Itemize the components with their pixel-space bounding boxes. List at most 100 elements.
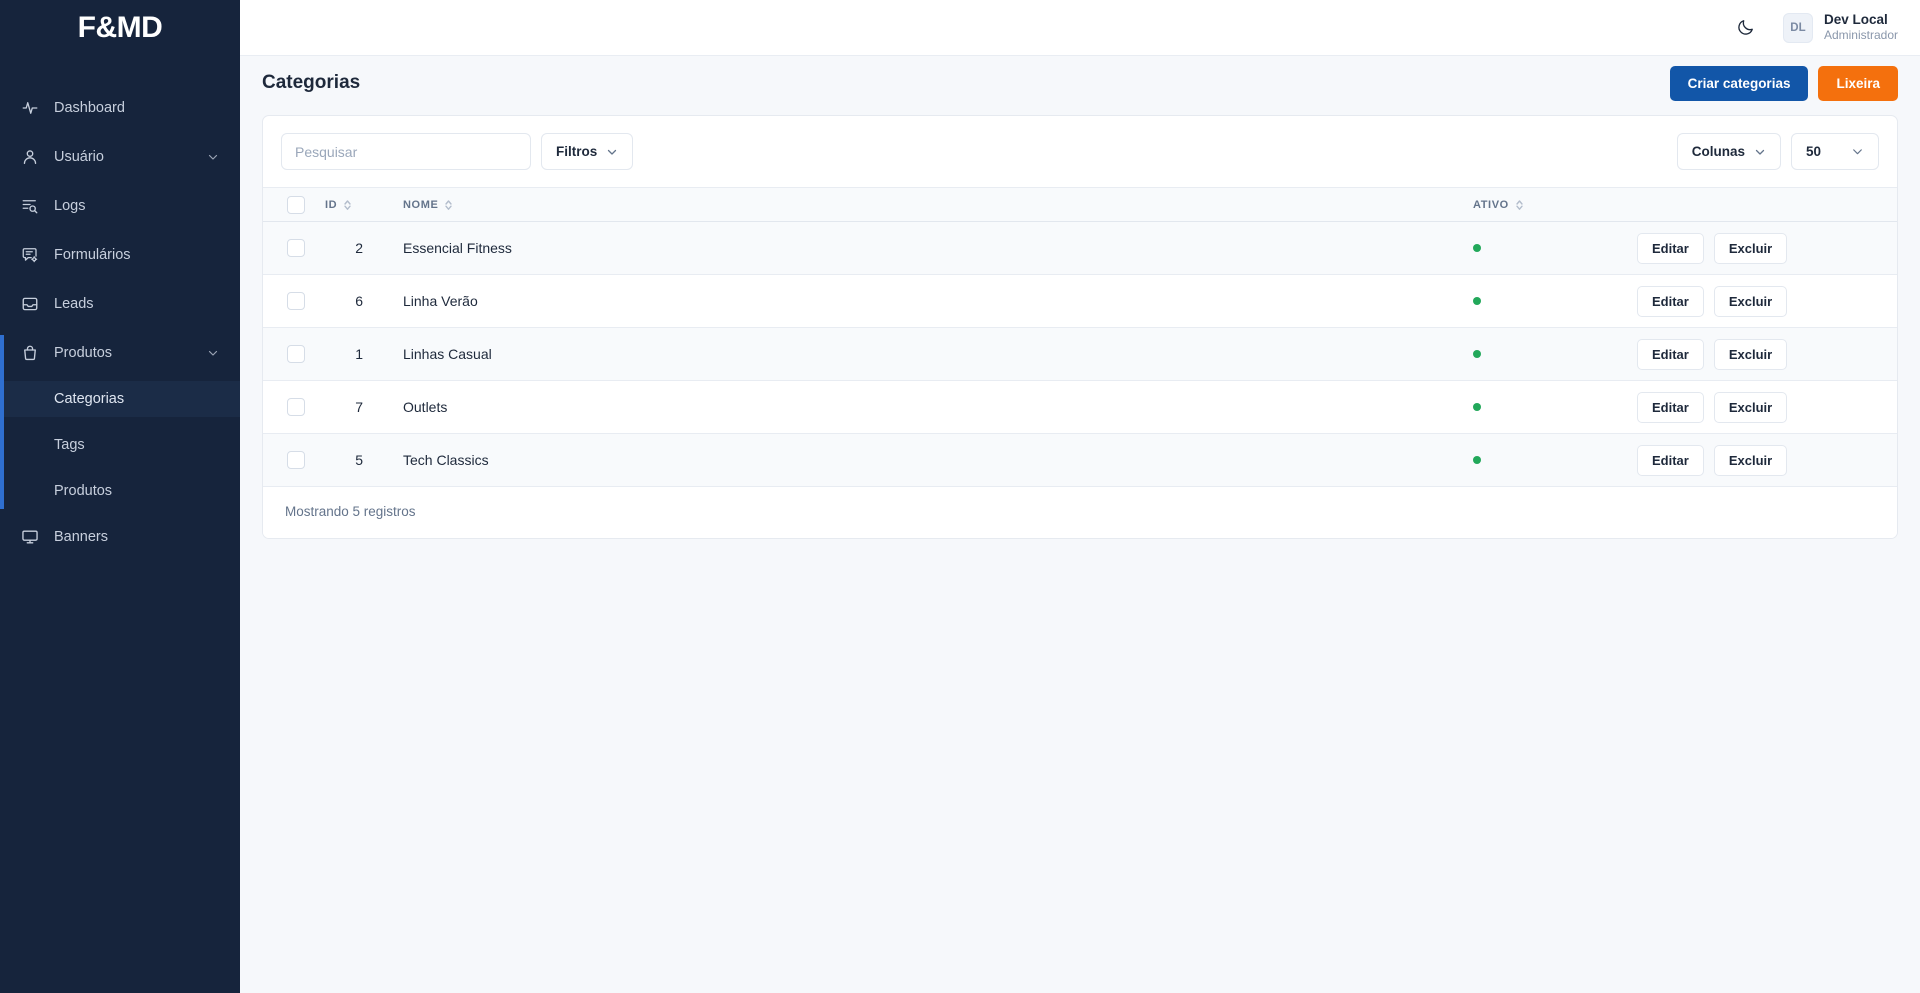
filters-button[interactable]: Filtros — [541, 133, 634, 170]
inbox-icon — [20, 294, 40, 314]
sidebar-item-dashboard[interactable]: Dashboard — [0, 90, 240, 126]
table-row[interactable]: 6 Linha Verão Editar Excluir — [263, 274, 1897, 328]
column-header-id[interactable]: ID — [325, 187, 381, 222]
delete-button[interactable]: Excluir — [1713, 232, 1788, 264]
sort-icon[interactable] — [343, 199, 352, 211]
row-select-cell — [263, 380, 325, 434]
main-content: DL Dev Local Administrador Categorias Cr… — [240, 0, 1920, 993]
row-actions-cell: Editar Excluir — [1637, 327, 1897, 381]
sidebar-item-usuario[interactable]: Usuário — [0, 139, 240, 175]
table-row[interactable]: 1 Linhas Casual Editar Excluir — [263, 327, 1897, 381]
brand-logo[interactable]: F&MD — [0, 0, 240, 56]
sidebar-group-produtos: Produtos Categorias Tags Produtos — [0, 335, 240, 509]
row-ativo — [1447, 327, 1637, 381]
chevron-down-icon — [1754, 146, 1766, 158]
status-badge-active — [1473, 456, 1481, 464]
row-checkbox[interactable] — [287, 451, 305, 470]
row-nome: Linha Verão — [381, 274, 1447, 328]
toolbar-right: Colunas 50 — [1676, 133, 1879, 170]
trash-button[interactable]: Lixeira — [1818, 65, 1898, 101]
activity-icon — [20, 98, 40, 118]
row-checkbox[interactable] — [287, 398, 305, 417]
row-checkbox[interactable] — [287, 239, 305, 258]
table-row[interactable]: 2 Essencial Fitness Editar Excluir — [263, 221, 1897, 275]
row-ativo — [1447, 221, 1637, 275]
edit-button[interactable]: Editar — [1637, 444, 1704, 476]
sidebar-item-label: Banners — [54, 529, 109, 545]
user-menu[interactable]: DL Dev Local Administrador — [1782, 12, 1898, 44]
row-ativo — [1447, 274, 1637, 328]
row-id: 2 — [325, 221, 381, 275]
table-header-row: ID NOME ATIVO — [263, 187, 1897, 222]
status-badge-active — [1473, 403, 1481, 411]
row-select-cell — [263, 327, 325, 381]
toolbar-left: Filtros — [281, 133, 634, 170]
edit-button[interactable]: Editar — [1637, 338, 1704, 370]
sidebar-item-produtos-sub[interactable]: Produtos — [0, 473, 240, 509]
row-nome: Tech Classics — [381, 433, 1447, 487]
sidebar-item-banners[interactable]: Banners — [0, 519, 240, 555]
sidebar-item-label: Logs — [54, 198, 86, 214]
sidebar-item-label: Formulários — [54, 247, 131, 263]
row-checkbox[interactable] — [287, 292, 305, 311]
page-size-select[interactable]: 50 — [1791, 133, 1879, 170]
row-nome: Linhas Casual — [381, 327, 1447, 381]
delete-button[interactable]: Excluir — [1713, 391, 1788, 423]
app-root: F&MD Dashboard Usuário Logs Formulários … — [0, 0, 1920, 993]
status-badge-active — [1473, 297, 1481, 305]
shopping-bag-icon — [20, 343, 40, 363]
row-actions-cell: Editar Excluir — [1637, 380, 1897, 434]
sidebar-item-label: Usuário — [54, 149, 104, 165]
row-ativo — [1447, 433, 1637, 487]
sidebar-item-produtos[interactable]: Produtos — [0, 335, 240, 371]
row-actions-cell: Editar Excluir — [1637, 274, 1897, 328]
row-id: 5 — [325, 433, 381, 487]
create-category-button[interactable]: Criar categorias — [1669, 65, 1809, 101]
edit-button[interactable]: Editar — [1637, 285, 1704, 317]
table-footer: Mostrando 5 registros — [263, 487, 1897, 538]
column-header-nome[interactable]: NOME — [381, 187, 1447, 222]
delete-button[interactable]: Excluir — [1713, 444, 1788, 476]
sidebar-nav: Dashboard Usuário Logs Formulários Leads… — [0, 90, 240, 555]
sidebar-item-leads[interactable]: Leads — [0, 286, 240, 322]
sort-icon[interactable] — [444, 199, 453, 211]
delete-button[interactable]: Excluir — [1713, 285, 1788, 317]
table-row[interactable]: 7 Outlets Editar Excluir — [263, 380, 1897, 434]
table-row[interactable]: 5 Tech Classics Editar Excluir — [263, 433, 1897, 487]
columns-button[interactable]: Colunas — [1676, 133, 1781, 170]
row-actions-cell: Editar Excluir — [1637, 433, 1897, 487]
row-nome: Essencial Fitness — [381, 221, 1447, 275]
moon-icon[interactable] — [1731, 13, 1761, 43]
sidebar-item-formularios[interactable]: Formulários — [0, 237, 240, 273]
filters-label: Filtros — [556, 144, 598, 159]
column-label: ID — [325, 198, 338, 211]
columns-label: Colunas — [1691, 144, 1745, 159]
row-id: 1 — [325, 327, 381, 381]
sidebar-item-label: Produtos — [54, 345, 113, 361]
sidebar-item-tags[interactable]: Tags — [0, 427, 240, 463]
sidebar-subitem-label: Produtos — [54, 483, 113, 499]
categories-card: Filtros Colunas 50 — [262, 115, 1898, 539]
chevron-down-icon[interactable] — [206, 150, 220, 164]
edit-button[interactable]: Editar — [1637, 391, 1704, 423]
column-header-ativo[interactable]: ATIVO — [1447, 187, 1637, 222]
column-header-acoes — [1637, 187, 1897, 222]
message-cog-icon — [20, 245, 40, 265]
select-all-checkbox[interactable] — [287, 195, 305, 214]
sort-icon[interactable] — [1515, 199, 1524, 211]
sidebar-item-categorias[interactable]: Categorias — [0, 381, 240, 417]
page-header: Categorias Criar categorias Lixeira — [240, 56, 1920, 110]
table-toolbar: Filtros Colunas 50 — [263, 116, 1897, 187]
page-size-value: 50 — [1806, 144, 1822, 159]
row-nome: Outlets — [381, 380, 1447, 434]
sidebar-item-logs[interactable]: Logs — [0, 188, 240, 224]
table-head: ID NOME ATIVO — [263, 187, 1897, 222]
column-label: ATIVO — [1473, 198, 1509, 211]
row-checkbox[interactable] — [287, 345, 305, 364]
delete-button[interactable]: Excluir — [1713, 338, 1788, 370]
edit-button[interactable]: Editar — [1637, 232, 1704, 264]
chevron-down-icon[interactable] — [206, 346, 220, 360]
search-input[interactable] — [281, 133, 531, 170]
table-body: 2 Essencial Fitness Editar Excluir 6 Lin… — [263, 221, 1897, 487]
sidebar-item-label: Leads — [54, 296, 94, 312]
